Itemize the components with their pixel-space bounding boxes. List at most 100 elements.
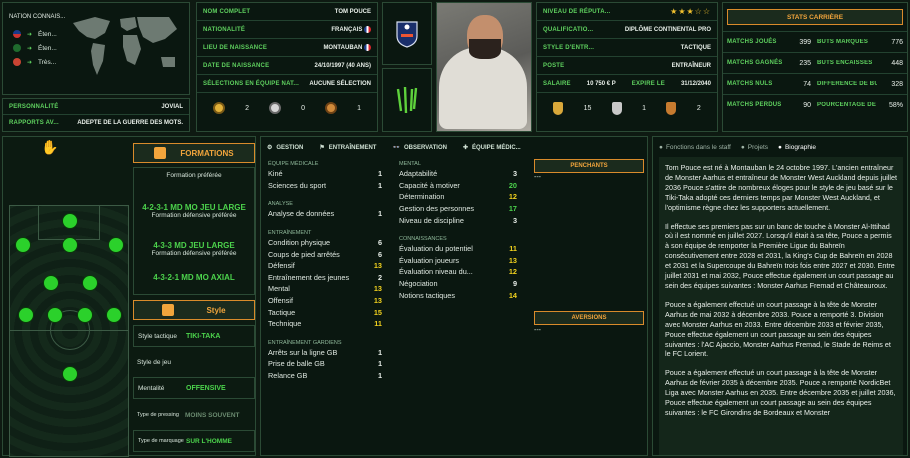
attribute-row[interactable]: Mental 13 [268,283,386,295]
player-dot[interactable] [47,307,63,323]
binoculars-icon: 👓 [392,145,400,151]
nationality-item[interactable]: ➜ Éten... [13,44,57,52]
profile-panel: NOM COMPLET TOM POUCE NATIONALITÉ FRANÇAIS… [196,2,378,132]
attribute-row[interactable]: Entraînement des jeunes 2 [268,272,386,284]
attribute-row[interactable]: Relance GB 1 [268,370,386,382]
france-crest-panel[interactable] [382,2,432,65]
attribute-row[interactable]: Arrêts sur la ligne GB 1 [268,347,386,359]
attribute-row[interactable]: Évaluation niveau du... 12 [399,266,521,278]
attribute-row[interactable]: Adaptabilité 3 [399,168,521,180]
attribute-row[interactable]: Offensif 13 [268,295,386,307]
pressing-row: Type de pressing MOINS SOUVENT [137,411,240,419]
likes-header: PENCHANTS [534,159,644,173]
attribute-row[interactable]: Évaluation du potentiel 11 [399,243,521,255]
attribute-row[interactable]: Coups de pied arrêtés 6 [268,248,386,260]
attributes-column-2: MENTAL Adaptabilité 3 Capacité à motiver 20 D… [399,157,521,307]
birthdate-row: DATE DE NAISSANCE 24/10/1997 (40 ANS) [197,57,377,75]
nationality-flag-icon [13,30,21,38]
nationalities-panel: NATION CONNAIS... ➜ Éten... ➜ Éten... ➜ Très.… [2,2,190,95]
career-stat-row: MATCHS NULS74DIFFÉRENCE DE BU...328 [723,73,907,94]
tab-equipe-medicale[interactable]: ✚ ÉQUIPE MÉDIC... [462,144,521,152]
attribute-section-title: ENTRAÎNEMENT [268,229,312,236]
salary-row: SALAIRE 10 750 € P EXPIRE LE 31/12/2040 [537,75,717,93]
dot-icon: ● [740,144,745,151]
reputation-row: NIVEAU DE RÉPUTA... ★★★☆☆ [537,3,717,21]
player-dot[interactable] [15,237,31,253]
biography-panel: ● Fonctions dans le staff ● Projets ● Biogr… [652,136,908,456]
tab-gestion[interactable]: ⚙ GESTION [267,144,303,152]
flag-france-icon [364,25,371,33]
player-dot[interactable] [106,307,122,323]
position-row: POSTE ENTRAÎNEUR [537,57,717,75]
birthplace-row[interactable]: LIEU DE NAISSANCE MONTAUBAN [197,39,377,57]
formation-3[interactable]: 4-3-2-1 MD MO AXIAL [134,273,254,282]
style-header[interactable]: Style [133,300,255,320]
player-dot[interactable] [62,366,78,382]
attribute-row[interactable]: Prise de balle GB 1 [268,358,386,370]
biography-text: Tom Pouce est né à Montauban le 24 octob… [659,157,903,455]
player-dot[interactable] [77,307,93,323]
career-stats-panel: STATS CARRIÈRE MATCHS JOUÉS 399 BUTS MARQU… [722,2,908,132]
medical-icon: ✚ [462,145,468,151]
player-dot[interactable] [82,275,98,291]
attributes-panel: ⚙ GESTION ⚑ ENTRAÎNEMENT 👓 OBSERVATION ✚ ÉQU… [260,136,648,456]
formation-1[interactable]: 4-2-3-1 MD MO JEU LARGE [134,203,254,212]
attribute-row[interactable]: Négociation 9 [399,278,521,290]
career-stat-row: MATCHS GAGNÉS 235 BUTS ENCAISSÉS 448 [723,52,907,73]
arrow-icon: ➜ [27,31,33,38]
attribute-row[interactable]: Notions tactiques 14 [399,289,521,301]
player-dot[interactable] [62,213,78,229]
gear-icon: ⚙ [267,145,273,151]
attribute-row[interactable]: Kiné 1 [268,168,386,180]
bio-paragraph: Pouce a également effectué un court pass… [665,299,891,359]
player-dot[interactable] [108,237,124,253]
nationality-flag-icon [13,44,21,52]
attribute-section-title: MENTAL [399,161,421,167]
monster-crest-icon [396,86,418,114]
formation-icon [154,147,167,159]
attribute-row[interactable]: Sciences du sport 1 [268,180,386,192]
reputation-stars: ★★★☆☆ [670,7,711,16]
formation-2[interactable]: 4-3-3 MD JEU LARGE [134,241,254,250]
attribute-row[interactable]: Condition physique 6 [268,237,386,249]
player-dot[interactable] [43,275,59,291]
attribute-section-title: CONNAISSANCES [399,235,447,242]
attribute-row[interactable]: Évaluation joueurs 13 [399,255,521,267]
pitch[interactable] [9,205,129,457]
nationality-item[interactable]: ➜ Éten... [13,30,57,38]
attribute-row[interactable]: Technique 11 [268,318,386,330]
training-icon: ⚑ [319,145,325,151]
attribute-row[interactable]: Analyse de données 1 [268,208,386,220]
tab-entrainement[interactable]: ⚑ ENTRAÎNEMENT [319,144,376,152]
attribute-row[interactable]: Niveau de discipline 3 [399,214,521,226]
player-dot[interactable] [62,237,78,253]
dislikes-value: --- [534,327,541,334]
nationality-flag-icon [13,58,21,66]
tab-biography[interactable]: ● Biographie [778,144,816,151]
attribute-row[interactable]: Détermination 12 [399,191,521,203]
bio-tabs: ● Fonctions dans le staff ● Projets ● Biogr… [653,137,907,151]
attribute-tabs: ⚙ GESTION ⚑ ENTRAÎNEMENT 👓 OBSERVATION ✚ ÉQU… [261,137,647,152]
world-map-image [73,17,177,75]
player-dot[interactable] [18,307,34,323]
attribute-row[interactable]: Capacité à motiver 20 [399,180,521,192]
gold-medal-icon [213,102,226,114]
formations-header[interactable]: FORMATIONS [133,143,255,163]
tab-projects[interactable]: ● Projets [741,144,768,151]
tactics-panel: ✋ FORMATIONS Formation préférée 4-2-3-1 … [2,136,256,457]
club-crest-panel[interactable] [382,68,432,132]
arrow-icon: ➜ [27,45,33,52]
attribute-row[interactable]: Tactique 15 [268,306,386,318]
tab-staff-roles[interactable]: ● Fonctions dans le staff [659,144,731,151]
likes-value: --- [534,174,541,181]
attribute-row[interactable]: Défensif 13 [268,260,386,272]
nationality-item[interactable]: ➜ Très... [13,58,56,66]
arrow-icon: ➜ [27,59,33,66]
tab-observation[interactable]: 👓 OBSERVATION [392,144,447,152]
manager-photo [436,2,532,132]
career-stat-row: MATCHS PERDUS 90 POURCENTAGE DE ... 58% [723,94,907,115]
silver-medal-icon [269,102,282,114]
attribute-row[interactable]: Gestion des personnes 17 [399,203,521,215]
bronze-medal-icon [325,102,338,114]
nationality-row[interactable]: NATIONALITÉ FRANÇAIS [197,21,377,39]
